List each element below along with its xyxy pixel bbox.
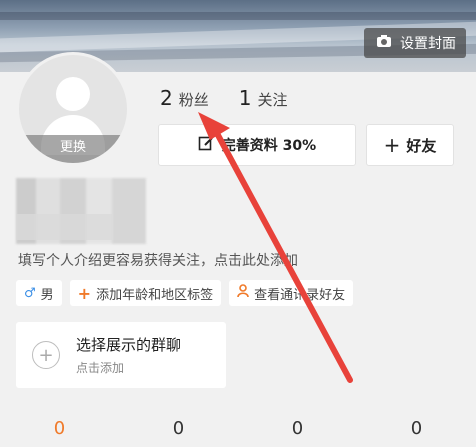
fans-stat[interactable]: 2 粉丝 — [160, 86, 209, 110]
complete-profile-button[interactable]: 完善资料 30% — [158, 124, 356, 166]
add-circle-icon: + — [32, 341, 60, 369]
add-age-region-label: 添加年龄和地区标签 — [96, 287, 214, 303]
fans-label: 粉丝 — [178, 91, 209, 109]
count-item[interactable]: 0 — [357, 418, 476, 439]
counts-row: 0 0 0 0 — [0, 418, 476, 439]
cover-band — [0, 12, 476, 20]
avatar[interactable]: 更换 — [16, 52, 130, 166]
group-chat-title: 选择展示的群聊 — [76, 336, 182, 354]
following-count: 1 — [238, 86, 252, 110]
contacts-friends-tag[interactable]: 查看通讯录好友 — [229, 280, 354, 306]
count-item[interactable]: 0 — [0, 418, 119, 439]
male-icon: ♂ — [24, 285, 36, 301]
following-label: 关注 — [257, 91, 288, 109]
complete-profile-label: 完善资料 30% — [221, 138, 317, 154]
group-chat-subtitle: 点击添加 — [76, 361, 125, 375]
avatar-change-label: 更换 — [19, 135, 127, 163]
follow-stats: 2 粉丝 1 关注 — [160, 86, 318, 110]
fans-count: 2 — [160, 86, 173, 110]
plus-icon: + — [383, 133, 401, 157]
count-item[interactable]: 0 — [238, 418, 357, 439]
contacts-friends-label: 查看通讯录好友 — [254, 287, 346, 303]
add-age-region-tag[interactable]: + 添加年龄和地区标签 — [69, 280, 222, 306]
gender-tag[interactable]: ♂ 男 — [16, 280, 62, 306]
contacts-icon — [237, 284, 249, 302]
add-friend-label: 好友 — [406, 136, 437, 155]
plus-icon: + — [77, 283, 92, 303]
group-chat-card[interactable]: + 选择展示的群聊 点击添加 — [16, 322, 226, 388]
camera-icon — [376, 34, 392, 52]
gender-label: 男 — [40, 287, 54, 303]
profile-tags: ♂ 男 + 添加年龄和地区标签 查看通讯录好友 — [16, 280, 361, 306]
following-stat[interactable]: 1 关注 — [239, 86, 288, 110]
edit-icon — [198, 135, 214, 155]
intro-prompt[interactable]: 填写个人介绍更容易获得关注，点击此处添加 — [18, 250, 298, 270]
add-friend-button[interactable]: + 好友 — [366, 124, 454, 166]
set-cover-label: 设置封面 — [400, 36, 456, 52]
avatar-placeholder-head — [56, 77, 90, 111]
blurred-username — [16, 214, 112, 240]
count-item[interactable]: 0 — [119, 418, 238, 439]
set-cover-button[interactable]: 设置封面 — [364, 28, 466, 58]
